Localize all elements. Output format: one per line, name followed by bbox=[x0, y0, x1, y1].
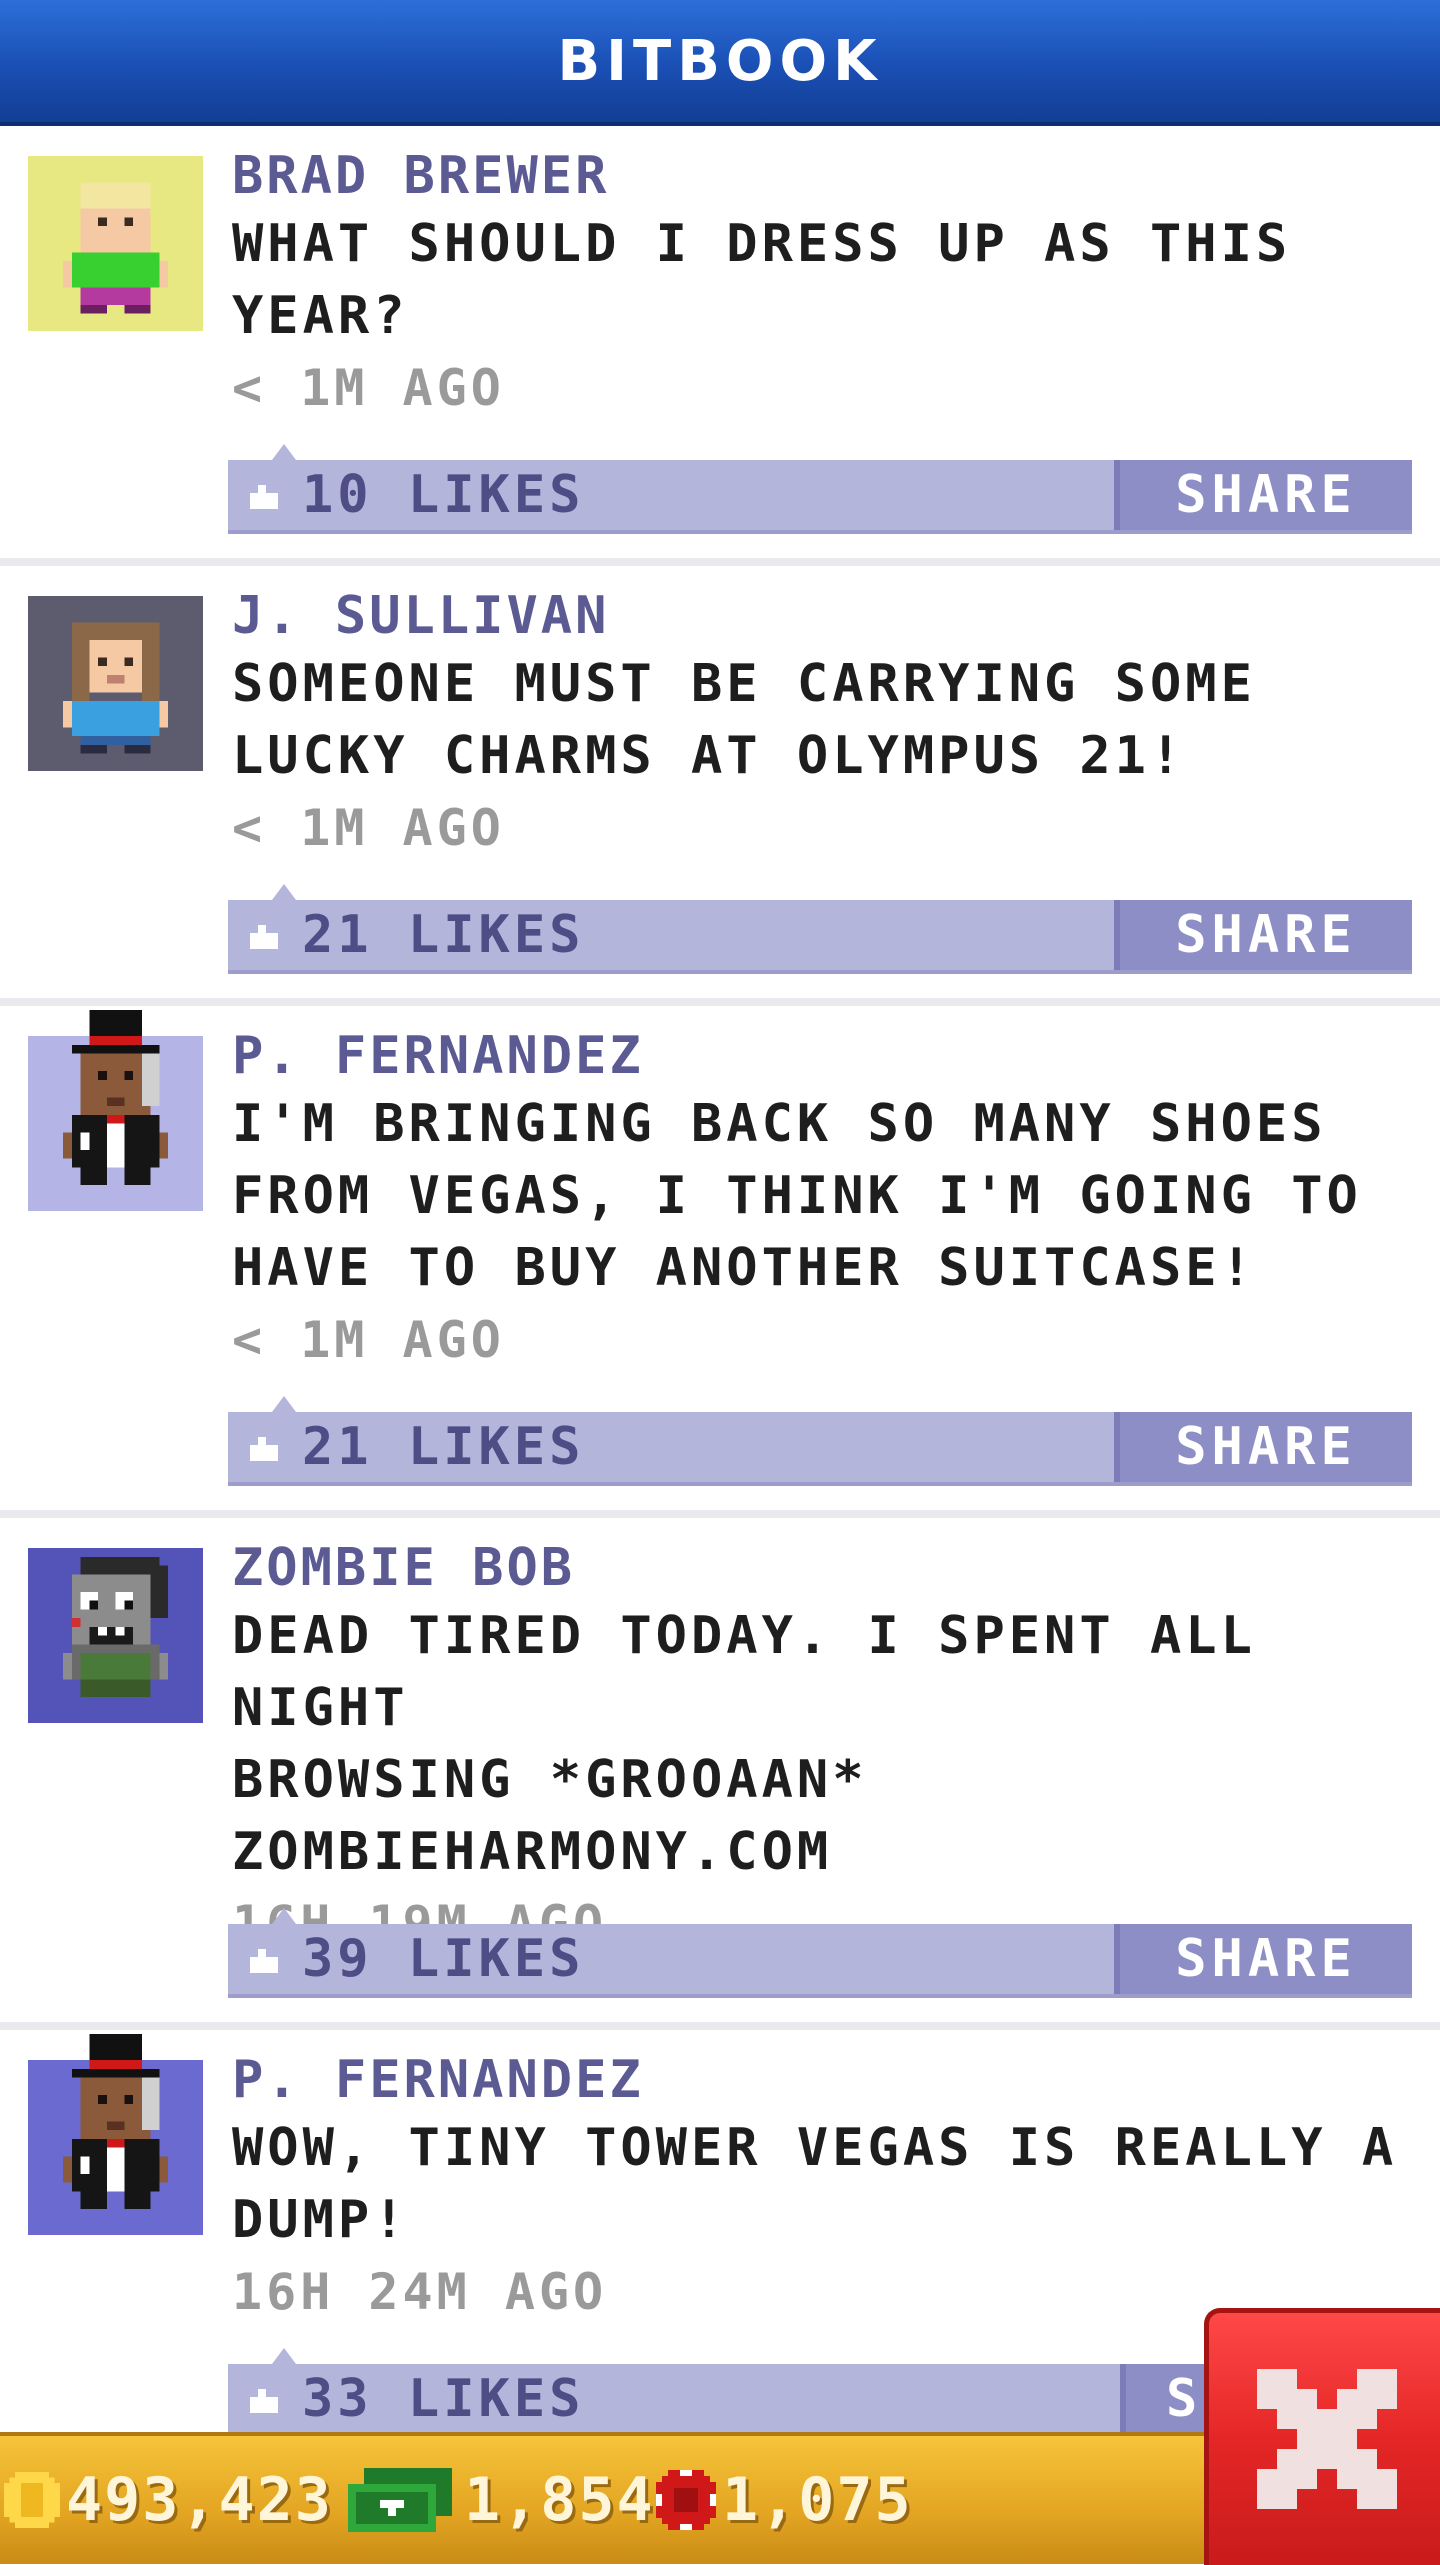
bux-icon bbox=[348, 2468, 452, 2532]
likes-bar: 39 LIKES SHARE bbox=[228, 1908, 1412, 1998]
app-header: BITBOOK bbox=[0, 0, 1440, 126]
post-divider bbox=[0, 998, 1440, 1006]
share-button[interactable]: SHARE bbox=[1114, 900, 1412, 970]
post-content: P. FERNANDEZ I'M BRINGING BACK SO MANY S… bbox=[232, 1024, 1412, 1376]
app-title: BITBOOK bbox=[557, 28, 883, 94]
post-divider bbox=[0, 2022, 1440, 2030]
post-author[interactable]: P. FERNANDEZ bbox=[232, 2048, 1412, 2112]
post-timestamp: < 1M AGO bbox=[232, 359, 505, 417]
thumbs-up-icon bbox=[250, 1437, 278, 1461]
zombie-avatar-icon[interactable] bbox=[28, 1548, 203, 1723]
post-content: P. FERNANDEZ WOW, TINY TOWER VEGAS IS RE… bbox=[232, 2048, 1412, 2328]
bux-value: 1,854 bbox=[464, 2465, 655, 2535]
bux-counter[interactable]: 1,854 bbox=[348, 2436, 655, 2564]
thumbs-up-icon bbox=[250, 1949, 278, 1973]
casino-chip-icon bbox=[656, 2470, 716, 2530]
post-content: ZOMBIE BOB DEAD TIRED TODAY. I SPENT ALL… bbox=[232, 1536, 1412, 1960]
likes-bar-notch bbox=[272, 2348, 296, 2364]
thumbs-up-icon bbox=[250, 925, 278, 949]
feed-post: BRAD BREWER WHAT SHOULD I DRESS UP AS TH… bbox=[0, 126, 1440, 566]
blond-boy-avatar-icon[interactable] bbox=[28, 156, 203, 331]
likes-bar-notch bbox=[272, 444, 296, 460]
likes-bar: 21 LIKES SHARE bbox=[228, 884, 1412, 974]
likes-count[interactable]: 33 LIKES bbox=[302, 2364, 584, 2434]
coins-value: 493,423 bbox=[66, 2465, 333, 2535]
post-author[interactable]: P. FERNANDEZ bbox=[232, 1024, 1412, 1088]
share-button[interactable]: SHARE bbox=[1114, 1412, 1412, 1482]
likes-count[interactable]: 21 LIKES bbox=[302, 1412, 584, 1482]
feed-post: P. FERNANDEZ I'M BRINGING BACK SO MANY S… bbox=[0, 1006, 1440, 1518]
post-author[interactable]: J. SULLIVAN bbox=[232, 584, 1412, 648]
post-content: BRAD BREWER WHAT SHOULD I DRESS UP AS TH… bbox=[232, 144, 1412, 424]
chips-counter[interactable]: 1,075 bbox=[656, 2436, 913, 2564]
post-message: I'M BRINGING BACK SO MANY SHOES FROM VEG… bbox=[232, 1094, 1362, 1298]
post-author[interactable]: ZOMBIE BOB bbox=[232, 1536, 1412, 1600]
likes-count[interactable]: 39 LIKES bbox=[302, 1924, 584, 1994]
post-message: WOW, TINY TOWER VEGAS IS REALLY A DUMP! bbox=[232, 2118, 1398, 2250]
likes-bar: 21 LIKES SHARE bbox=[228, 1396, 1412, 1486]
top-hat-man-avatar-icon[interactable] bbox=[28, 1009, 203, 1211]
post-author[interactable]: BRAD BREWER bbox=[232, 144, 1412, 208]
likes-bar-notch bbox=[272, 1396, 296, 1412]
post-divider bbox=[0, 558, 1440, 566]
brown-hair-woman-avatar-icon[interactable] bbox=[28, 596, 203, 771]
feed-post: ZOMBIE BOB DEAD TIRED TODAY. I SPENT ALL… bbox=[0, 1518, 1440, 2030]
likes-bar-notch bbox=[272, 884, 296, 900]
post-divider bbox=[0, 1510, 1440, 1518]
likes-bar-notch bbox=[272, 1908, 296, 1924]
share-button[interactable]: SHARE bbox=[1114, 1924, 1412, 1994]
post-timestamp: < 1M AGO bbox=[232, 1311, 505, 1369]
feed-post: J. SULLIVAN SOMEONE MUST BE CARRYING SOM… bbox=[0, 566, 1440, 1006]
post-message: SOMEONE MUST BE CARRYING SOME LUCKY CHAR… bbox=[232, 654, 1256, 786]
post-timestamp: < 1M AGO bbox=[232, 799, 505, 857]
likes-count[interactable]: 10 LIKES bbox=[302, 460, 584, 530]
chips-value: 1,075 bbox=[722, 2465, 913, 2535]
likes-bar: 10 LIKES SHARE bbox=[228, 444, 1412, 534]
thumbs-up-icon bbox=[250, 2389, 278, 2413]
news-feed: BRAD BREWER WHAT SHOULD I DRESS UP AS TH… bbox=[0, 126, 1440, 2470]
share-button[interactable]: SHARE bbox=[1114, 460, 1412, 530]
coin-icon bbox=[4, 2472, 60, 2528]
thumbs-up-icon bbox=[250, 485, 278, 509]
post-content: J. SULLIVAN SOMEONE MUST BE CARRYING SOM… bbox=[232, 584, 1412, 864]
close-button[interactable] bbox=[1204, 2308, 1440, 2565]
top-hat-man-avatar-icon[interactable] bbox=[28, 2033, 203, 2235]
likes-count[interactable]: 21 LIKES bbox=[302, 900, 584, 970]
post-message: DEAD TIRED TODAY. I SPENT ALL NIGHT BROW… bbox=[232, 1606, 1256, 1882]
close-icon bbox=[1257, 2369, 1397, 2509]
coins-counter[interactable]: 493,423 bbox=[4, 2436, 333, 2564]
post-message: WHAT SHOULD I DRESS UP AS THIS YEAR? bbox=[232, 214, 1292, 346]
